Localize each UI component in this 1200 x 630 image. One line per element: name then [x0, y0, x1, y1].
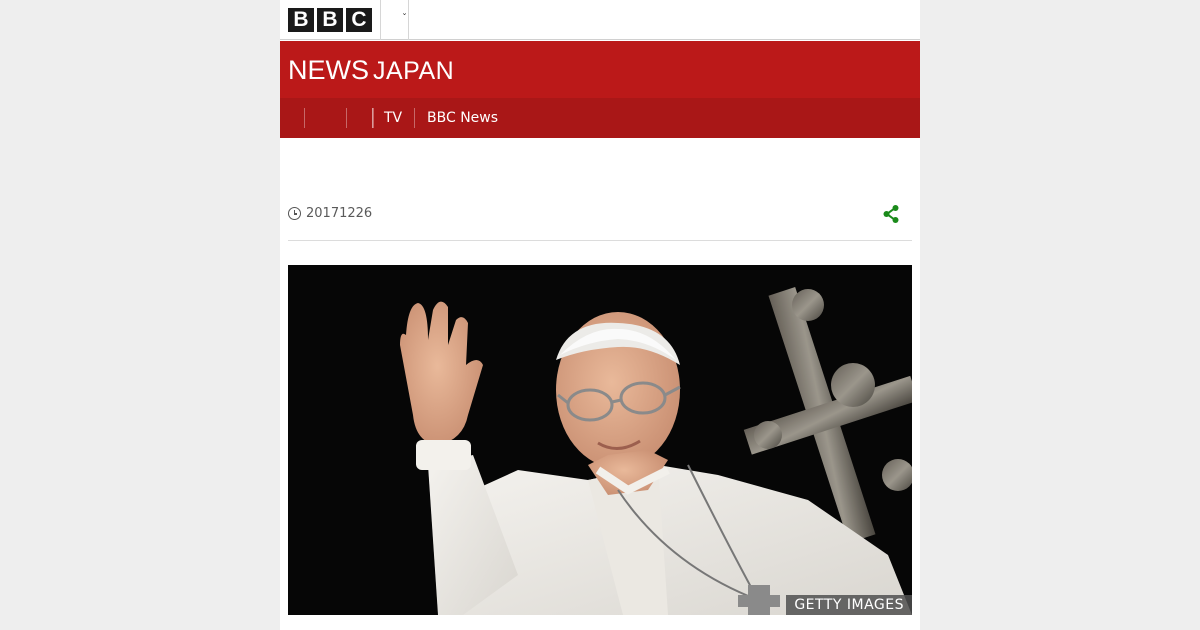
bbc-logo-letter: C	[346, 8, 372, 32]
divider	[380, 0, 381, 40]
article-hero-image: GETTY IMAGES	[288, 265, 912, 615]
bbc-logo-letter: B	[288, 8, 314, 32]
nav-separator	[373, 108, 374, 128]
nav-item-tv[interactable]: TV	[384, 98, 402, 138]
share-icon[interactable]	[882, 204, 900, 224]
nav-item-2[interactable]	[348, 98, 370, 138]
bbc-logo[interactable]: B B C	[288, 8, 372, 32]
hero-photo	[288, 265, 912, 615]
news-brand-logo[interactable]: NEWS JAPAN	[288, 55, 454, 86]
nav-separator	[346, 108, 347, 128]
clock-icon	[288, 207, 301, 220]
brand-word-japan: JAPAN	[373, 57, 455, 85]
section-nav: TV BBC News	[280, 98, 920, 138]
bbc-masthead: B B C ˇ	[280, 0, 920, 40]
image-credit: GETTY IMAGES	[786, 595, 912, 615]
article-date: 20171226	[306, 206, 373, 221]
divider	[408, 0, 409, 40]
page: B B C ˇ NEWSJAPAN TV BBC News 20171226	[280, 0, 920, 630]
chevron-down-icon[interactable]: ˇ	[402, 14, 407, 24]
nav-separator	[414, 108, 415, 128]
bbc-logo-letter: B	[317, 8, 343, 32]
brand-word-news: NEWS	[288, 55, 369, 85]
nav-item-bbc-news[interactable]: BBC News	[427, 98, 498, 138]
article-meta: 20171226	[288, 200, 912, 228]
nav-item-1[interactable]	[306, 98, 344, 138]
nav-separator	[304, 108, 305, 128]
news-header: NEWS JAPAN	[280, 41, 920, 98]
divider	[288, 240, 912, 241]
